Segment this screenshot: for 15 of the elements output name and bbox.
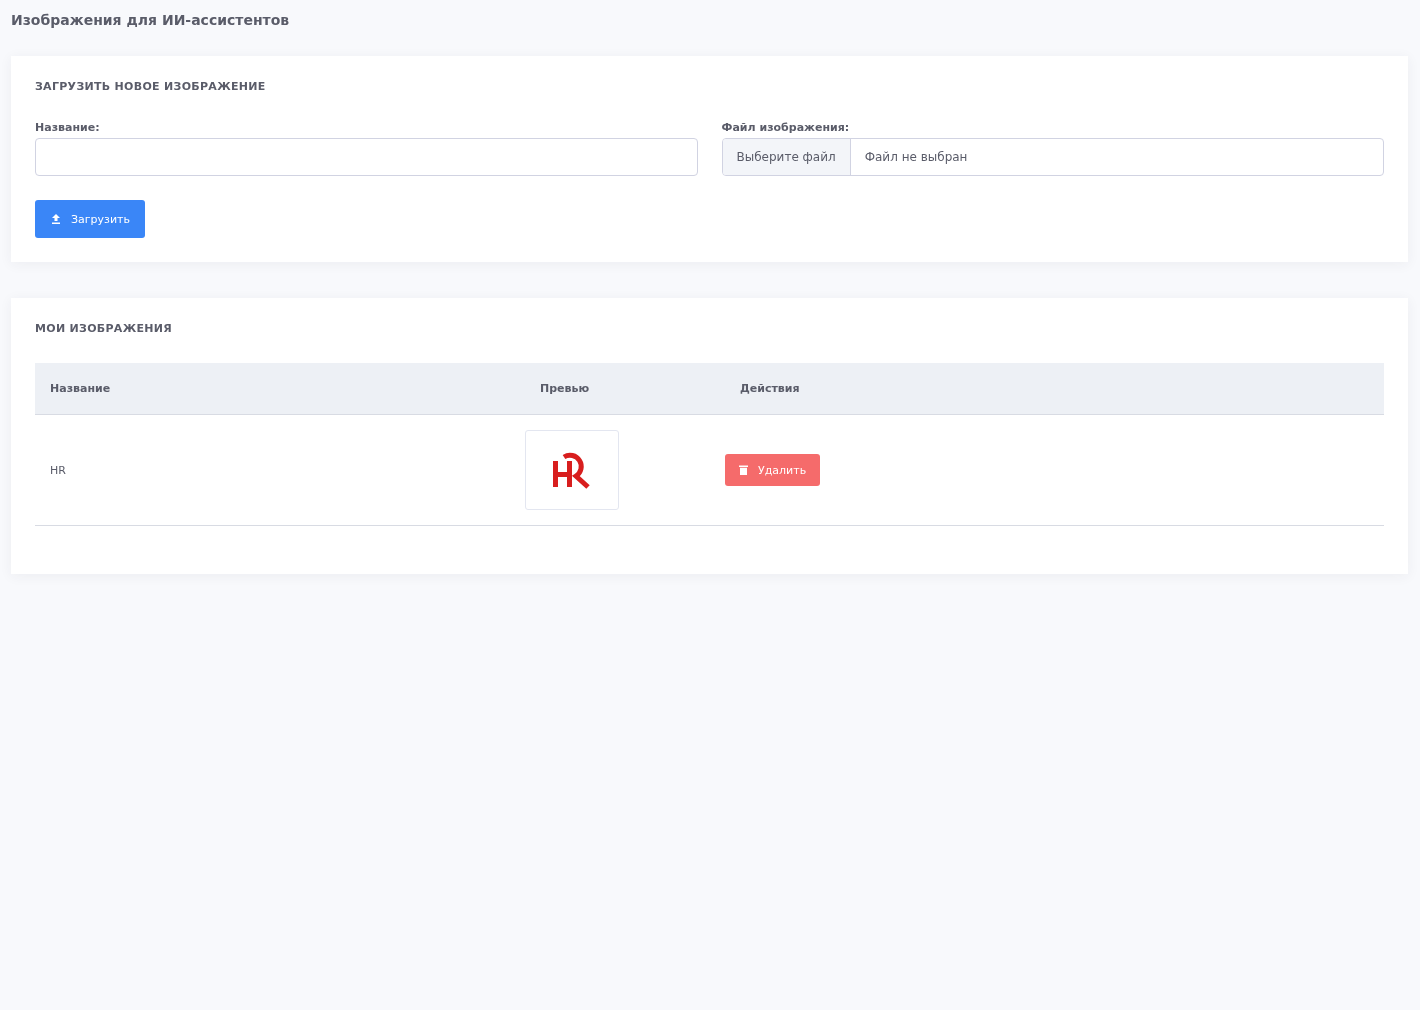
name-input-field[interactable] bbox=[35, 138, 698, 176]
card-title: МОИ ИЗОБРАЖЕНИЯ bbox=[35, 322, 174, 335]
column-header: Название bbox=[35, 363, 525, 415]
upload-button[interactable]: Загрузить bbox=[35, 200, 145, 238]
card-title: ЗАГРУЗИТЬ НОВОЕ ИЗОБРАЖЕНИЕ bbox=[35, 80, 267, 93]
file-input-field[interactable]: Выберите файл Файл не выбран bbox=[721, 138, 1384, 176]
page-title: Изображения для ИИ-ассистентов bbox=[11, 12, 291, 28]
upload-icon bbox=[51, 214, 61, 224]
column-header: Действия bbox=[725, 363, 1384, 415]
choose-file-button[interactable]: Выберите файл bbox=[722, 139, 851, 175]
trash-icon bbox=[739, 465, 748, 475]
column-header: Превью bbox=[525, 363, 725, 415]
file-status: Файл не выбран bbox=[863, 150, 968, 164]
field-label: Название: bbox=[35, 121, 101, 134]
field-label: Файл изображения: bbox=[721, 121, 851, 134]
